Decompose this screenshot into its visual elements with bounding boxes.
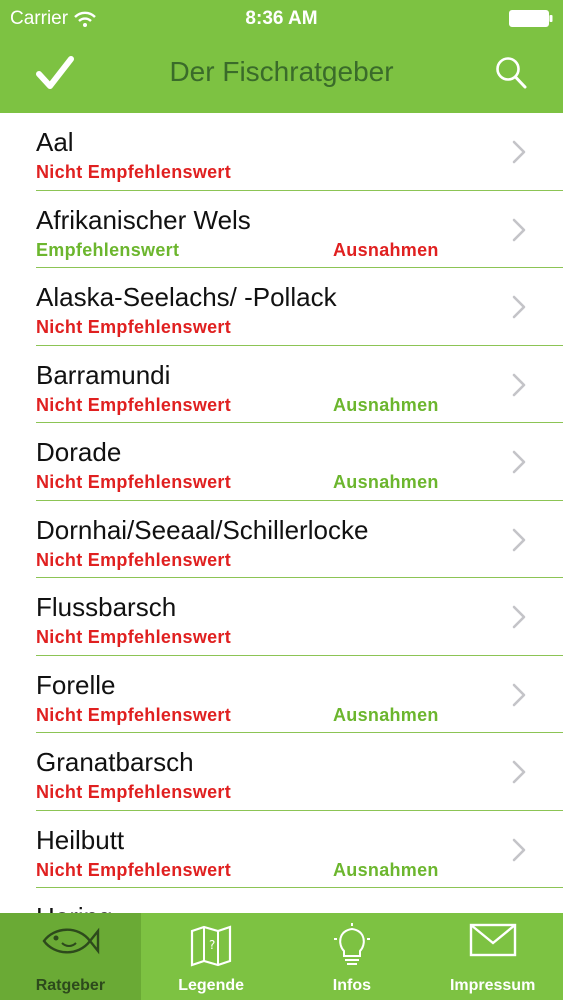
list-item[interactable]: Dornhai/Seeaal/Schillerlocke Nicht Empfeh… xyxy=(36,501,563,578)
tab-ratgeber[interactable]: Ratgeber xyxy=(0,913,141,1000)
recommendation-status: Empfehlenswert xyxy=(36,239,180,260)
fish-list: Aal Nicht Empfehlenswert Afrikanischer Wel… xyxy=(0,113,563,913)
tab-infos[interactable]: Infos xyxy=(282,913,423,1000)
fish-name: Flussbarsch xyxy=(36,592,177,622)
tab-label: Ratgeber xyxy=(35,977,106,994)
tab-label: Legende xyxy=(178,977,245,994)
chevron-right-icon xyxy=(512,760,526,784)
tab-label: Infos xyxy=(332,977,371,994)
recommendation-status: Nicht Empfehlenswert xyxy=(36,162,232,182)
list-item[interactable]: Barramundi Nicht Empfehlenswert Ausnahmen xyxy=(36,346,563,423)
list-item[interactable]: Afrikanischer Wels Empfehlenswert Ausnahme… xyxy=(36,191,563,268)
fish-name: Dorade xyxy=(36,437,122,467)
recommendation-status: Nicht Empfehlenswert xyxy=(36,472,232,492)
recommendation-status: Nicht Empfehlenswert xyxy=(36,782,232,802)
list-item[interactable]: Flussbarsch Nicht Empfehlenswert xyxy=(36,578,563,656)
exception-label: Ausnahmen xyxy=(333,704,439,725)
list-item[interactable]: Forelle Nicht Empfehlenswert Ausnahmen xyxy=(36,656,563,733)
chevron-right-icon xyxy=(512,683,526,706)
lightbulb-icon xyxy=(332,923,372,972)
chevron-right-icon xyxy=(512,218,526,241)
list-item[interactable]: Aal Nicht Empfehlenswert xyxy=(36,113,563,191)
chevron-right-icon xyxy=(512,838,526,861)
fish-name: Granatbarsch xyxy=(36,747,194,777)
fish-name: Aal xyxy=(36,127,74,157)
tab-legende[interactable]: ? Legende xyxy=(141,913,282,1000)
search-icon[interactable] xyxy=(494,56,528,90)
recommendation-status: Nicht Empfehlenswert xyxy=(36,627,232,647)
envelope-icon xyxy=(469,923,517,962)
list-item[interactable]: Granatbarsch Nicht Empfehlenswert xyxy=(36,733,563,811)
fish-name: Barramundi xyxy=(36,359,171,390)
fish-name: Alaska-Seelachs/ -Pollack xyxy=(36,282,337,312)
recommendation-status: Nicht Empfehlenswert xyxy=(36,859,232,880)
fish-name: Hering xyxy=(36,902,113,913)
map-icon: ? xyxy=(189,923,233,972)
fish-name: Heilbutt xyxy=(36,824,125,855)
list-item[interactable]: Alaska-Seelachs/ -Pollack Nicht Empfehlen… xyxy=(36,268,563,346)
page-title: Der Fischratgeber xyxy=(169,56,394,87)
header: Carrier 8:36 AM Der Fischratgeber xyxy=(0,0,563,113)
chevron-right-icon xyxy=(512,373,526,396)
recommendation-status: Nicht Empfehlenswert xyxy=(36,549,232,570)
fish-name: Dornhai/Seeaal/Schillerlocke xyxy=(36,514,369,545)
tab-impressum[interactable]: Impressum xyxy=(422,913,563,1000)
tab-bar: Ratgeber? Legende Infos Impressum xyxy=(0,913,563,1000)
chevron-right-icon xyxy=(512,450,526,474)
exception-label: Ausnahmen xyxy=(333,394,439,415)
tab-label: Impressum xyxy=(449,977,536,994)
recommendation-status: Nicht Empfehlenswert xyxy=(36,704,232,725)
recommendation-status: Nicht Empfehlenswert xyxy=(36,394,232,415)
chevron-right-icon xyxy=(512,605,526,629)
list-item[interactable]: Heilbutt Nicht Empfehlenswert Ausnahmen xyxy=(36,811,563,888)
status-bar: Carrier 8:36 AM xyxy=(0,0,563,38)
list-item[interactable]: Hering xyxy=(36,888,563,913)
list-item[interactable]: Dorade Nicht Empfehlenswert Ausnahmen xyxy=(36,423,563,501)
chevron-right-icon xyxy=(512,295,526,319)
exception-label: Ausnahmen xyxy=(333,472,439,492)
chevron-right-icon xyxy=(512,140,526,164)
chevron-right-icon xyxy=(512,528,526,551)
recommendation-status: Nicht Empfehlenswert xyxy=(36,317,232,337)
fish-name: Afrikanischer Wels xyxy=(36,204,251,235)
exception-label: Ausnahmen xyxy=(333,859,439,880)
status-time: 8:36 AM xyxy=(245,8,318,29)
battery-icon xyxy=(509,10,553,27)
svg-text:?: ? xyxy=(209,938,215,952)
exception-label: Ausnahmen xyxy=(333,239,439,260)
fish-name: Forelle xyxy=(36,669,116,700)
fish-icon xyxy=(40,923,100,964)
